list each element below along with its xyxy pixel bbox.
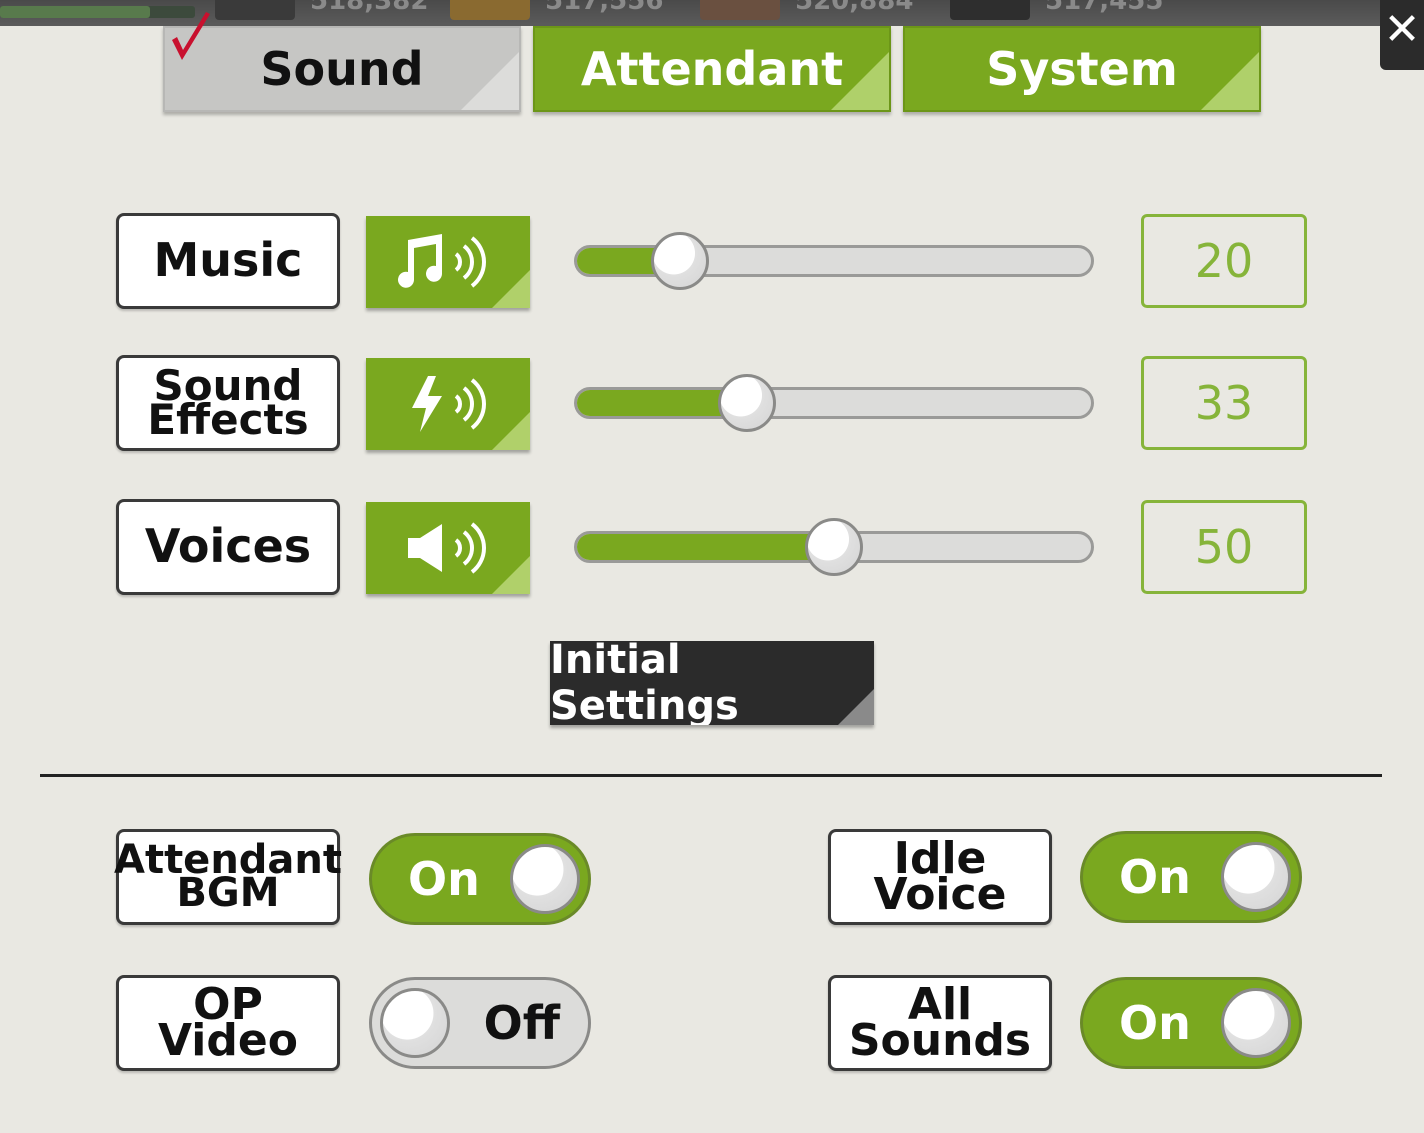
initial-settings-button[interactable]: Initial Settings <box>550 641 874 725</box>
hud-progress-bar <box>0 6 195 18</box>
item-icon <box>450 0 530 20</box>
item-icon <box>950 0 1030 20</box>
attendant-bgm-label-line2: BGM <box>176 870 280 916</box>
idle-voice-label: Idle Voice <box>828 829 1052 925</box>
music-note-icon <box>398 234 486 288</box>
tab-system-label: System <box>986 42 1178 96</box>
initial-settings-label: Initial Settings <box>550 641 739 725</box>
music-label-text: Music <box>153 233 303 288</box>
attendant-bgm-toggle-knob <box>510 844 580 914</box>
attendant-bgm-toggle-state: On <box>408 852 480 906</box>
voices-slider-knob[interactable] <box>805 518 863 576</box>
sound-effects-value-text: 33 <box>1194 376 1254 430</box>
close-button[interactable]: ✕ <box>1380 0 1424 70</box>
attendant-bgm-label: Attendant BGM <box>114 829 342 925</box>
idle-voice-toggle-state: On <box>1119 850 1191 904</box>
op-video-label: OP Video <box>116 975 340 1071</box>
op-video-label-text: OP Video <box>158 978 298 1066</box>
lightning-sound-icon <box>412 376 486 432</box>
voices-slider[interactable] <box>574 518 1094 576</box>
tab-system[interactable]: System <box>903 26 1261 112</box>
music-label: Music <box>116 213 340 309</box>
item-icon <box>700 0 780 20</box>
op-video-toggle-state: Off <box>483 996 560 1050</box>
hud-value-1: 518,382 <box>310 0 429 16</box>
sound-effects-value: 33 <box>1141 356 1307 450</box>
all-sounds-label-line2: Sounds <box>848 1015 1032 1066</box>
music-value: 20 <box>1141 214 1307 308</box>
op-video-toggle[interactable]: Off <box>369 977 591 1069</box>
hud-value-3: 520,884 <box>795 0 914 16</box>
idle-voice-label-line2: Voice <box>873 869 1007 920</box>
voices-value-text: 50 <box>1194 520 1254 574</box>
all-sounds-toggle-knob <box>1221 988 1291 1058</box>
music-mute-button[interactable] <box>366 216 530 308</box>
op-video-toggle-knob <box>380 988 450 1058</box>
tab-attendant[interactable]: Attendant <box>533 26 891 112</box>
idle-voice-toggle[interactable]: On <box>1080 831 1302 923</box>
voices-label: Voices <box>116 499 340 595</box>
hud-value-2: 517,556 <box>545 0 664 16</box>
voices-slider-fill <box>577 534 834 560</box>
tab-attendant-label: Attendant <box>580 42 844 96</box>
tab-sound[interactable]: Sound <box>163 26 521 112</box>
voices-mute-button[interactable] <box>366 502 530 594</box>
all-sounds-label: All Sounds <box>828 975 1052 1071</box>
sound-effects-slider-knob[interactable] <box>717 374 776 432</box>
music-value-text: 20 <box>1194 234 1254 288</box>
close-icon: ✕ <box>1383 4 1421 55</box>
sound-effects-label-line2: Effects <box>147 395 309 444</box>
idle-voice-toggle-knob <box>1221 842 1291 912</box>
tab-sound-label: Sound <box>260 42 424 96</box>
attendant-bgm-toggle[interactable]: On <box>369 833 591 925</box>
divider <box>40 774 1382 777</box>
sound-effects-label: Sound Effects <box>116 355 340 451</box>
all-sounds-toggle-state: On <box>1119 996 1191 1050</box>
voices-label-text: Voices <box>144 519 312 574</box>
music-slider-knob[interactable] <box>650 232 709 290</box>
speaker-icon <box>408 522 486 574</box>
sound-effects-slider[interactable] <box>574 374 1094 432</box>
sound-effects-mute-button[interactable] <box>366 358 530 450</box>
all-sounds-toggle[interactable]: On <box>1080 977 1302 1069</box>
checkmark-icon <box>172 12 210 60</box>
hud-value-4: 517,455 <box>1045 0 1164 16</box>
item-icon <box>215 0 295 20</box>
music-slider[interactable] <box>574 232 1094 290</box>
voices-value: 50 <box>1141 500 1307 594</box>
